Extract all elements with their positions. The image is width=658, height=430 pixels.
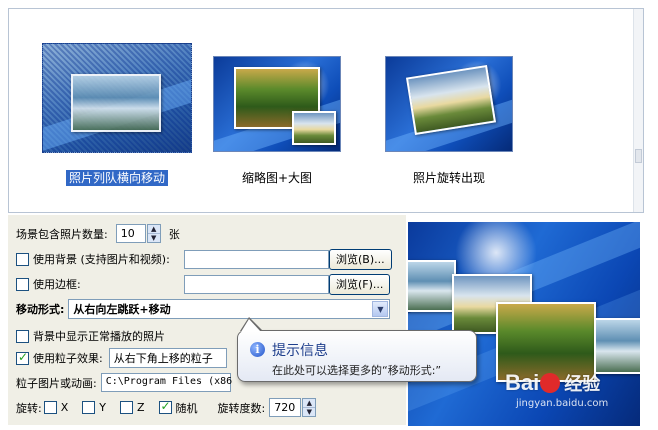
photo-count-input[interactable]: 10 [115, 224, 146, 243]
particle-image-label: 粒子图片或动画: [16, 376, 97, 390]
use-background-checkbox[interactable] [16, 252, 29, 266]
rotate-x-label: X [60, 401, 69, 414]
rotate-degrees-label: 旋转度数: [217, 401, 266, 415]
browse-background-button[interactable]: 浏览(B)... [329, 248, 392, 270]
spin-up-icon[interactable]: ▲ [303, 399, 316, 407]
rotate-x-checkbox[interactable] [43, 401, 57, 414]
tooltip-body: 在此处可以选择更多的“移动形式:” [272, 364, 442, 377]
browse-border-button[interactable]: 浏览(F)... [329, 273, 391, 295]
use-particles-label: 使用粒子效果: [33, 352, 103, 365]
photo-frame [292, 111, 336, 145]
show-bg-photos-checkbox[interactable] [16, 329, 29, 343]
photo-frame [71, 74, 161, 132]
baidu-watermark: Bai 经验 [505, 370, 600, 396]
thumbnail-image [42, 43, 192, 153]
template-thumbnail-1[interactable] [42, 43, 192, 153]
watermark-brand-suffix: 经验 [564, 374, 601, 394]
gallery-scrollbar[interactable] [633, 9, 643, 212]
rotate-y-label: Y [99, 401, 106, 414]
rotate-degrees-input[interactable]: 720 [269, 398, 302, 417]
particle-image-input[interactable]: C:\Program Files (x86 [100, 373, 232, 392]
photo-frame [408, 260, 456, 312]
scrollbar-thumb[interactable] [635, 149, 642, 163]
hint-tooltip: i 提示信息 在此处可以选择更多的“移动形式:” [237, 317, 477, 382]
photo-frame [405, 64, 497, 136]
rotate-label: 旋转: [16, 401, 42, 415]
thumbnail-label-3[interactable]: 照片旋转出现 [364, 169, 534, 186]
background-path-input[interactable] [184, 249, 329, 269]
info-icon: i [250, 342, 265, 357]
spin-up-icon[interactable]: ▲ [147, 225, 160, 233]
move-style-label: 移动形式: [16, 303, 65, 316]
rotate-z-label: Z [137, 401, 145, 414]
particles-dropdown[interactable]: 从右下角上移的粒子 [108, 348, 227, 368]
thumbnail-image [385, 56, 513, 152]
settings-panel: 场景包含照片数量: 10 ▲ ▼ 张 使用背景 (支持图片和视频): 浏览(B)… [8, 215, 406, 425]
photo-count-unit: 张 [168, 227, 180, 241]
thumbnail-label-2[interactable]: 缩略图+大图 [192, 169, 362, 186]
template-thumbnail-3[interactable] [385, 56, 513, 152]
thumbnail-image [213, 56, 341, 152]
photo-count-label: 场景包含照片数量: [16, 227, 108, 241]
watermark-brand: Bai [505, 370, 540, 395]
template-thumbnail-2[interactable] [213, 56, 341, 152]
tooltip-tail-fill [241, 319, 261, 332]
photo-count-stepper[interactable]: ▲ ▼ [146, 224, 161, 243]
baidu-paw-icon [540, 373, 561, 393]
move-style-dropdown[interactable]: 从右向左跳跃+移动 ▼ [68, 299, 391, 319]
spin-down-icon[interactable]: ▼ [303, 407, 316, 416]
border-path-input[interactable] [184, 274, 329, 294]
tooltip-title: 提示信息 [272, 343, 328, 359]
rotate-degrees-stepper[interactable]: ▲ ▼ [302, 398, 317, 417]
particles-value: 从右下角上移的粒子 [113, 352, 213, 365]
rotate-y-checkbox[interactable] [82, 401, 96, 414]
use-border-checkbox[interactable] [16, 277, 29, 291]
template-gallery: 照片列队横向移动 缩略图+大图 照片旋转出现 [8, 8, 644, 213]
thumbnail-label-1[interactable]: 照片列队横向移动 [32, 169, 202, 186]
spin-down-icon[interactable]: ▼ [147, 233, 160, 242]
use-particles-checkbox[interactable] [16, 350, 29, 365]
use-background-label: 使用背景 (支持图片和视频): [33, 253, 170, 266]
dropdown-arrow-icon[interactable]: ▼ [372, 301, 389, 317]
watermark-url: jingyan.baidu.com [516, 398, 609, 409]
show-bg-photos-label: 背景中显示正常播放的照片 [33, 330, 165, 343]
photo-frame [594, 318, 640, 374]
move-style-value: 从右向左跳跃+移动 [73, 303, 171, 316]
rotate-random-checkbox[interactable] [158, 399, 172, 414]
rotate-z-checkbox[interactable] [120, 401, 133, 414]
use-border-label: 使用边框: [33, 278, 81, 291]
rotate-random-label: 随机 [175, 401, 198, 415]
